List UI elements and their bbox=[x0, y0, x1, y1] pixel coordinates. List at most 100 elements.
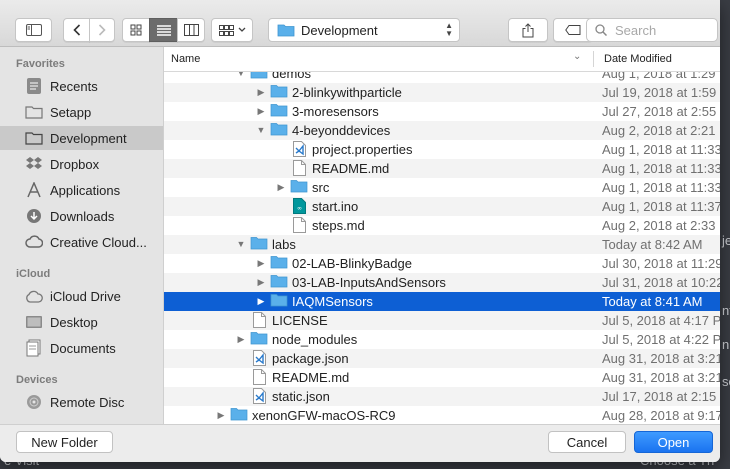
disclosure-closed-icon[interactable]: ▶ bbox=[276, 182, 286, 193]
column-separator bbox=[593, 51, 594, 67]
disclosure-open-icon[interactable]: ▼ bbox=[256, 125, 266, 135]
file-row[interactable]: ▶ 2-blinkywithparticle Jul 19, 2018 at 1:5… bbox=[164, 83, 720, 102]
file-name: project.properties bbox=[312, 142, 413, 157]
sidebar-item-desktop[interactable]: Desktop bbox=[0, 310, 163, 334]
new-folder-button[interactable]: New Folder bbox=[16, 431, 113, 453]
disclosure-closed-icon[interactable]: ▶ bbox=[256, 296, 266, 307]
file-row[interactable]: package.json Aug 31, 2018 at 3:21 bbox=[164, 349, 720, 368]
file-name: xenonGFW-macOS-RC9 bbox=[252, 408, 396, 423]
arrange-button[interactable] bbox=[211, 18, 253, 42]
file-date-modified: Today at 8:42 AM bbox=[602, 237, 703, 252]
file-row[interactable]: ▶ 3-moresensors Jul 27, 2018 at 2:55 bbox=[164, 102, 720, 121]
document-icon bbox=[293, 160, 311, 177]
file-date-modified: Aug 1, 2018 at 11:37 bbox=[602, 199, 720, 214]
sidebar-item-remote-disc[interactable]: Remote Disc bbox=[0, 390, 163, 414]
file-row[interactable]: ▶ xenonGFW-macOS-RC9 Aug 28, 2018 at 9:17 bbox=[164, 406, 720, 424]
open-file-dialog: Development ▲▼ Favorites Recents Setapp … bbox=[0, 0, 720, 462]
sidebar-toggle-button[interactable] bbox=[15, 18, 52, 42]
sidebar-icon bbox=[25, 24, 42, 36]
file-date-modified: Jul 5, 2018 at 4:17 P bbox=[602, 313, 720, 328]
sidebar-item-recents[interactable]: Recents bbox=[0, 74, 163, 98]
folder-icon bbox=[270, 274, 288, 291]
downloads-icon bbox=[24, 207, 44, 225]
cancel-button[interactable]: Cancel bbox=[548, 431, 626, 453]
back-button[interactable] bbox=[63, 18, 90, 42]
disclosure-closed-icon[interactable]: ▶ bbox=[236, 334, 246, 345]
file-row[interactable]: ▶ 02-LAB-BlinkyBadge Jul 30, 2018 at 11:29 bbox=[164, 254, 720, 273]
file-row[interactable]: README.md Aug 31, 2018 at 3:21 bbox=[164, 368, 720, 387]
search-input[interactable] bbox=[613, 21, 707, 39]
disclosure-closed-icon[interactable]: ▶ bbox=[256, 258, 266, 269]
file-row[interactable]: project.properties Aug 1, 2018 at 11:33 bbox=[164, 140, 720, 159]
search-icon bbox=[595, 24, 607, 36]
vscode-file-icon bbox=[253, 388, 271, 405]
file-date-modified: Jul 27, 2018 at 2:55 bbox=[602, 104, 717, 119]
file-row[interactable]: ▼ 4-beyonddevices Aug 2, 2018 at 2:21 bbox=[164, 121, 720, 140]
folder-icon bbox=[250, 331, 268, 348]
location-dropdown[interactable]: Development ▲ ▼ bbox=[268, 18, 460, 42]
share-icon bbox=[522, 22, 534, 37]
document-icon bbox=[293, 217, 311, 234]
disclosure-closed-icon[interactable]: ▶ bbox=[256, 106, 266, 117]
file-row[interactable]: ▶ 03-LAB-InputsAndSensors Jul 31, 2018 at … bbox=[164, 273, 720, 292]
share-button[interactable] bbox=[508, 18, 548, 42]
icon-view-button[interactable] bbox=[122, 18, 150, 42]
sidebar-item-dropbox[interactable]: Dropbox bbox=[0, 152, 163, 176]
disclosure-closed-icon[interactable]: ▶ bbox=[216, 410, 226, 421]
svg-text:∞: ∞ bbox=[297, 205, 302, 212]
folder-icon bbox=[24, 103, 44, 121]
column-header-date-modified[interactable]: Date Modified bbox=[604, 53, 672, 65]
file-date-modified: Jul 30, 2018 at 11:29 bbox=[602, 256, 720, 271]
sidebar-item-applications[interactable]: Applications bbox=[0, 178, 163, 202]
file-row[interactable]: ∞ start.ino Aug 1, 2018 at 11:37 bbox=[164, 197, 720, 216]
file-row[interactable]: static.json Jul 17, 2018 at 2:15 bbox=[164, 387, 720, 406]
sidebar-item-icloud-drive[interactable]: iCloud Drive bbox=[0, 284, 163, 308]
file-name: 2-blinkywithparticle bbox=[292, 85, 402, 100]
cloud-icon bbox=[24, 287, 44, 305]
file-name: node_modules bbox=[272, 332, 358, 347]
document-icon bbox=[253, 312, 271, 329]
file-list: ▼ demos Aug 1, 2018 at 1:29 ▶ 2-blinkywithpa… bbox=[164, 47, 720, 424]
sidebar-item-label: Recents bbox=[50, 78, 98, 94]
chevron-right-icon bbox=[98, 24, 106, 36]
column-header-name[interactable]: Name bbox=[171, 53, 200, 65]
devices-header: Devices bbox=[16, 374, 58, 386]
chevron-left-icon bbox=[72, 24, 80, 36]
view-mode-buttons bbox=[122, 18, 205, 42]
file-date-modified: Aug 1, 2018 at 11:33 bbox=[602, 142, 720, 157]
file-row[interactable]: steps.md Aug 2, 2018 at 2:33 bbox=[164, 216, 720, 235]
folder-icon bbox=[277, 24, 295, 37]
list-view-button[interactable] bbox=[149, 18, 178, 42]
columns-icon bbox=[183, 24, 199, 36]
sidebar-item-setapp[interactable]: Setapp bbox=[0, 100, 163, 124]
folder-icon bbox=[24, 129, 44, 147]
file-row[interactable]: README.md Aug 1, 2018 at 11:33 bbox=[164, 159, 720, 178]
file-name: 03-LAB-InputsAndSensors bbox=[292, 275, 446, 290]
sidebar-item-label: Documents bbox=[50, 340, 116, 356]
sidebar-item-creative-cloud[interactable]: Creative Cloud... bbox=[0, 230, 163, 254]
search-field[interactable] bbox=[586, 18, 718, 42]
dropbox-icon bbox=[24, 155, 44, 173]
file-row[interactable]: LICENSE Jul 5, 2018 at 4:17 P bbox=[164, 311, 720, 330]
disclosure-closed-icon[interactable]: ▶ bbox=[256, 277, 266, 288]
sidebar-item-development[interactable]: Development bbox=[0, 126, 163, 150]
file-date-modified: Aug 28, 2018 at 9:17 bbox=[602, 408, 720, 423]
column-view-button[interactable] bbox=[177, 18, 205, 42]
file-name: 3-moresensors bbox=[292, 104, 379, 119]
disclosure-open-icon[interactable]: ▼ bbox=[236, 239, 246, 249]
sidebar-item-downloads[interactable]: Downloads bbox=[0, 204, 163, 228]
forward-button[interactable] bbox=[89, 18, 115, 42]
desktop-icon bbox=[24, 313, 44, 331]
icloud-header: iCloud bbox=[16, 268, 51, 280]
file-date-modified: Aug 31, 2018 at 3:21 bbox=[602, 351, 720, 366]
folder-icon bbox=[230, 407, 248, 424]
file-date-modified: Aug 1, 2018 at 11:33 bbox=[602, 161, 720, 176]
disclosure-closed-icon[interactable]: ▶ bbox=[256, 87, 266, 98]
file-row[interactable]: ▶ IAQMSensors Today at 8:41 AM bbox=[164, 292, 720, 311]
sidebar-item-documents[interactable]: Documents bbox=[0, 336, 163, 360]
file-row[interactable]: ▶ node_modules Jul 5, 2018 at 4:22 P bbox=[164, 330, 720, 349]
file-name: 02-LAB-BlinkyBadge bbox=[292, 256, 412, 271]
file-row[interactable]: ▼ labs Today at 8:42 AM bbox=[164, 235, 720, 254]
file-row[interactable]: ▶ src Aug 1, 2018 at 11:33 bbox=[164, 178, 720, 197]
open-button[interactable]: Open bbox=[634, 431, 713, 453]
